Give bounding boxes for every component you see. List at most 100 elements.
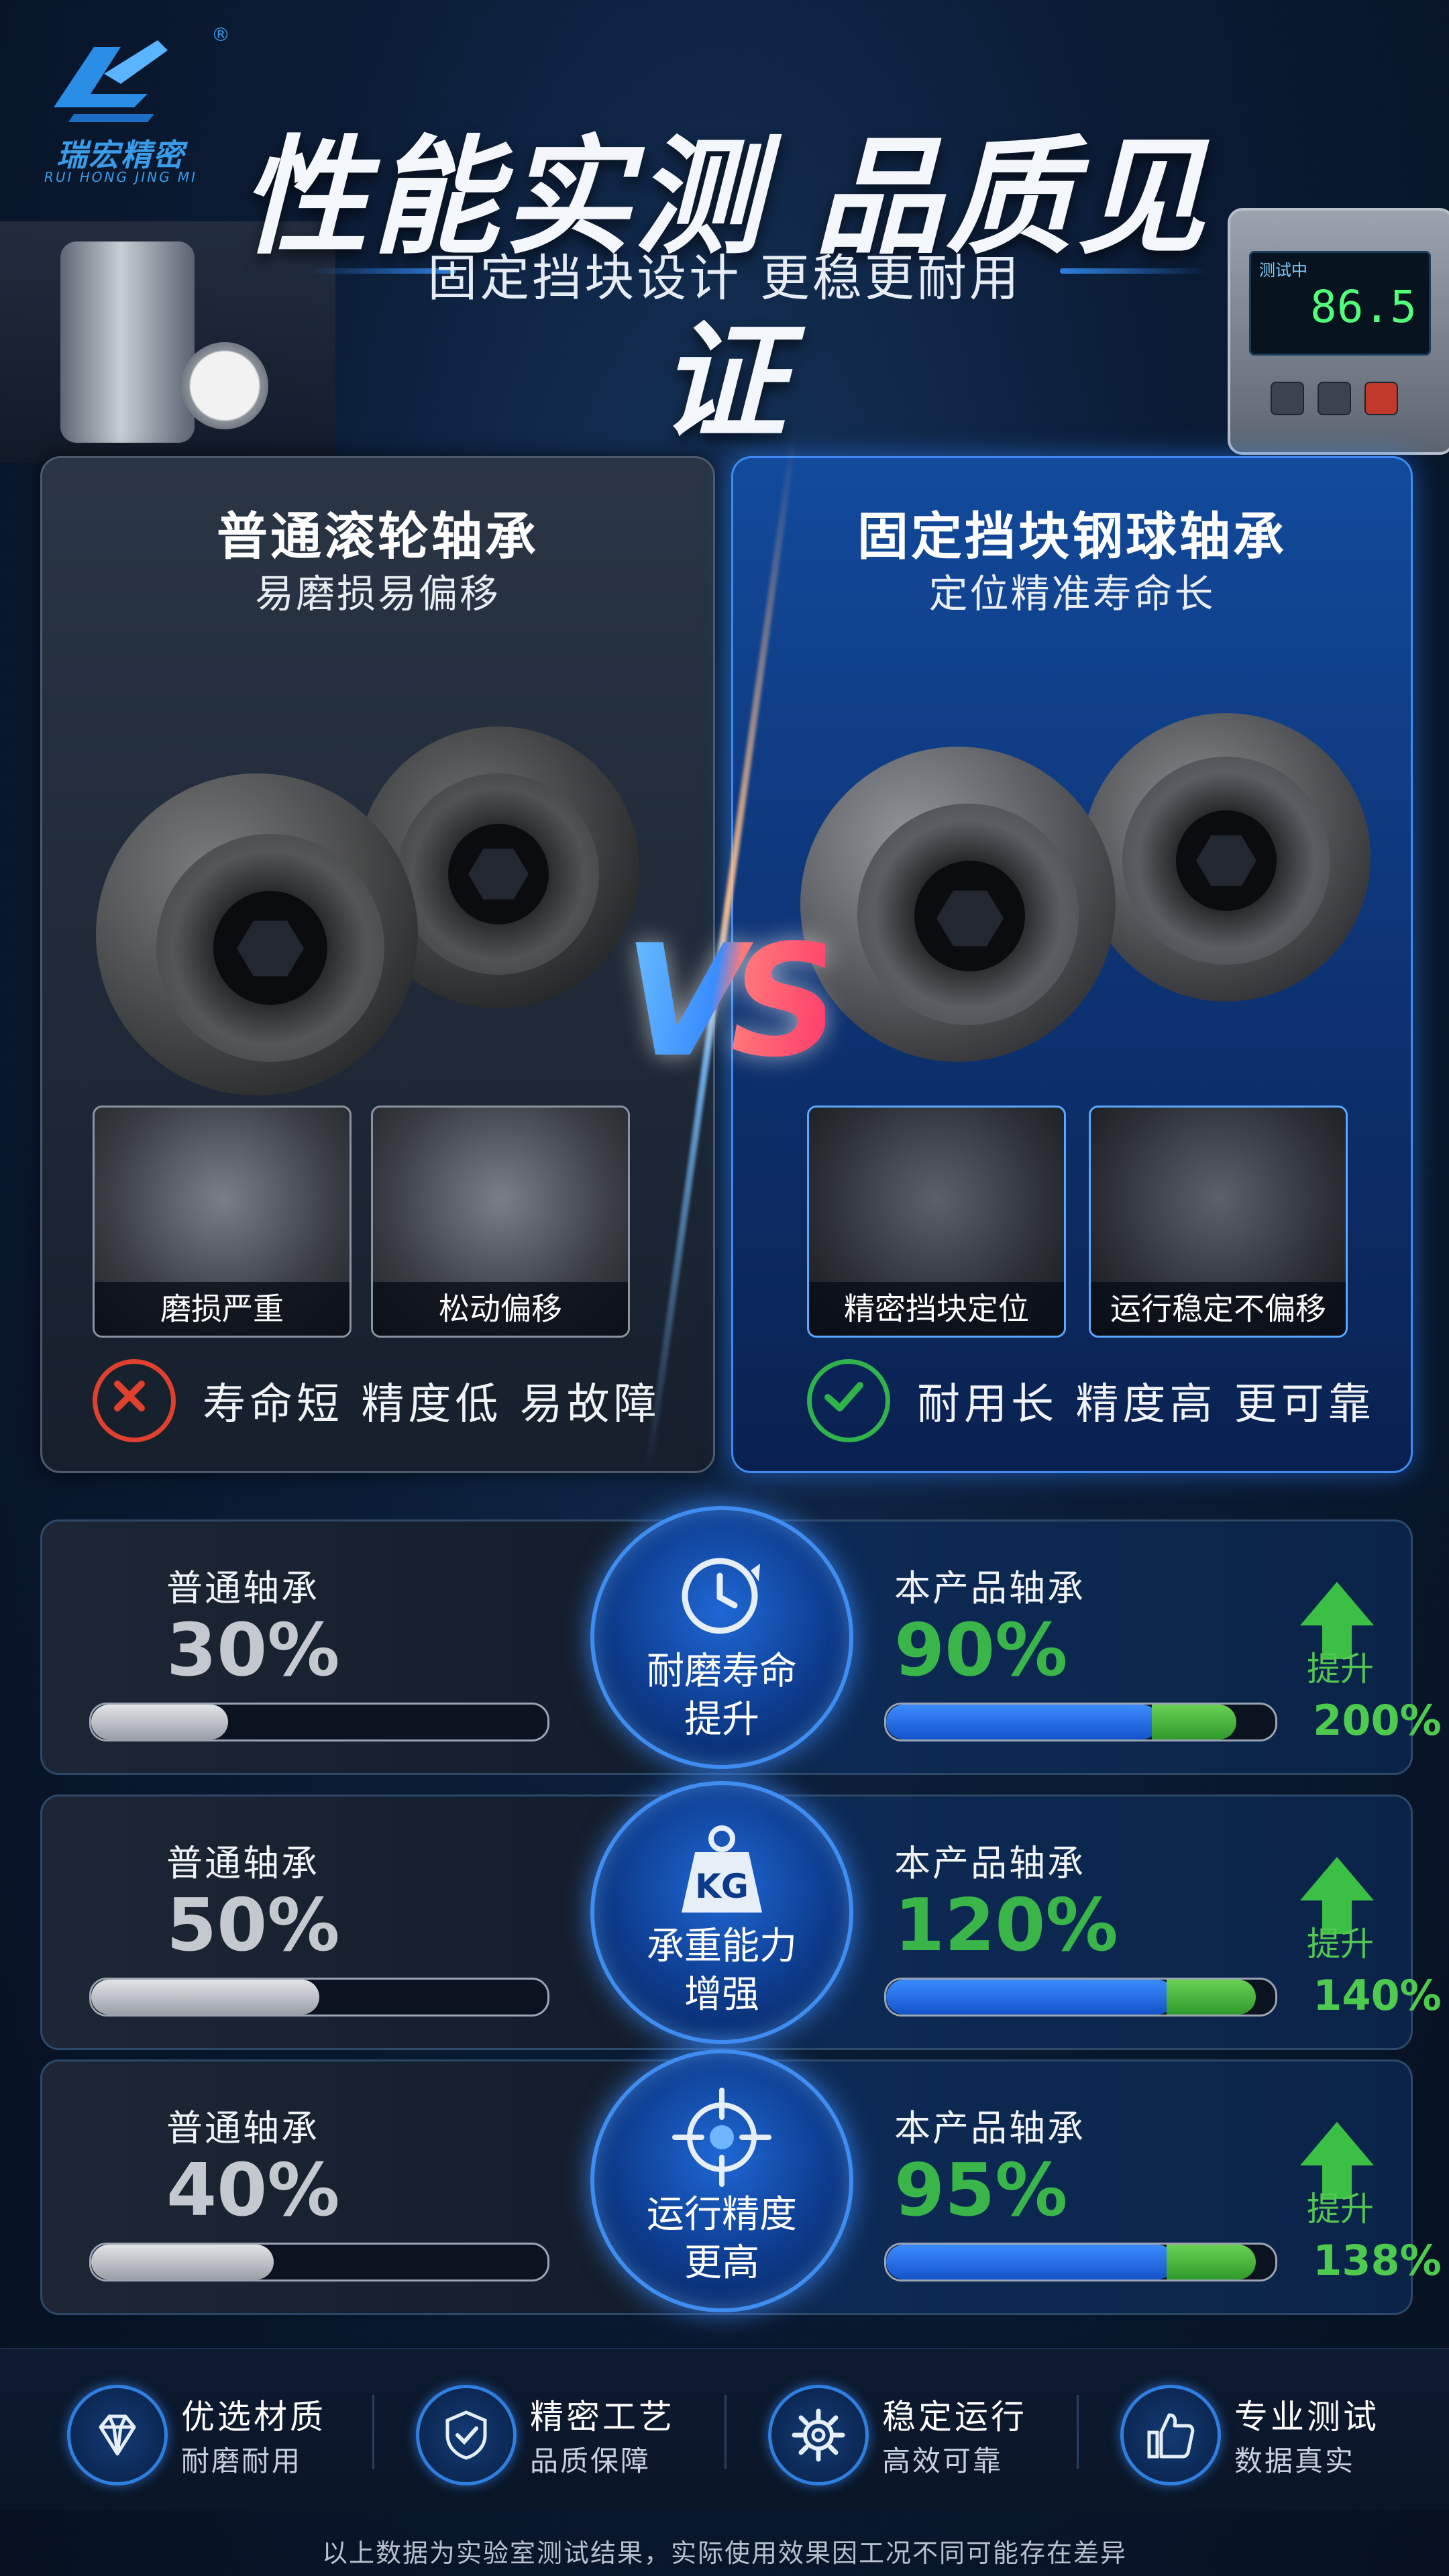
weight-kg-icon: KG bbox=[682, 1825, 762, 1913]
metric-right-bar-fill bbox=[886, 1705, 1160, 1739]
new-roller-image bbox=[800, 747, 1116, 1062]
ordinary-bearing-card: 普通滚轮轴承 易磨损易偏移 磨损严重 松动偏移 寿命短 精度低 易故障 bbox=[40, 456, 715, 1473]
metric-right-label: 本产品轴承 bbox=[894, 1567, 1085, 1609]
feature-material: 优选材质 耐磨耐用 bbox=[67, 2385, 402, 2485]
verdict-row: 耐用长 精度高 更可靠 bbox=[807, 1359, 1375, 1442]
test-device-image: 测试中 86.5 bbox=[1228, 208, 1449, 455]
metric-right-bar bbox=[884, 2243, 1277, 2282]
feature-desc: 数据真实 bbox=[1234, 2445, 1356, 2477]
metric-right-bar bbox=[884, 1978, 1277, 2017]
device-button bbox=[1271, 382, 1304, 415]
feature-title: 稳定运行 bbox=[882, 2398, 1027, 2436]
thumb-caption: 运行稳定不偏移 bbox=[1091, 1282, 1346, 1336]
feature-stable: 稳定运行 高效可靠 bbox=[768, 2385, 1104, 2485]
brand-logo: ® 瑞宏精密 RUI HONG JING MI bbox=[20, 20, 230, 185]
vs-badge: VS bbox=[624, 912, 841, 1091]
page-subtitle: 固定挡块设计 更稳更耐用 bbox=[427, 250, 1022, 307]
card-title: 固定挡块钢球轴承 bbox=[857, 506, 1287, 566]
weight-kg-label: KG bbox=[695, 1867, 749, 1906]
shield-check-icon bbox=[416, 2385, 517, 2485]
metric-right-bar-tail bbox=[1167, 2245, 1256, 2279]
increase-value: 138% bbox=[1313, 2236, 1442, 2285]
metric-left-value: 30% bbox=[166, 1609, 340, 1693]
diamond-icon bbox=[67, 2385, 168, 2485]
new-roller-image bbox=[1082, 713, 1371, 1002]
metric-hub-label: 耐磨寿命 bbox=[647, 1650, 797, 1693]
increase-value: 200% bbox=[1313, 1696, 1442, 1745]
device-button bbox=[1364, 382, 1398, 415]
metric-hub-label: 运行精度 bbox=[647, 2193, 797, 2237]
metric-left-bar bbox=[89, 2243, 549, 2282]
metric-right-bar-fill bbox=[886, 2245, 1175, 2279]
feature-craft: 精密工艺 品质保障 bbox=[416, 2385, 751, 2485]
metric-right-label: 本产品轴承 bbox=[894, 2107, 1085, 2149]
thumb-stable-run: 运行稳定不偏移 bbox=[1089, 1106, 1348, 1338]
metric-right-value: 90% bbox=[894, 1609, 1068, 1693]
metric-hub-precision: 运行精度 更高 bbox=[590, 2049, 853, 2312]
feature-title: 精密工艺 bbox=[530, 2398, 675, 2436]
metric-left-label: 普通轴承 bbox=[166, 1567, 319, 1609]
brand-logo-mark bbox=[54, 40, 168, 122]
feature-desc: 品质保障 bbox=[530, 2445, 651, 2477]
target-icon bbox=[672, 2088, 771, 2187]
thumb-caption: 精密挡块定位 bbox=[809, 1282, 1064, 1336]
registered-mark: ® bbox=[211, 23, 230, 46]
metric-left-value: 50% bbox=[166, 1884, 340, 1968]
metric-left-label: 普通轴承 bbox=[166, 1842, 319, 1884]
card-title: 普通滚轮轴承 bbox=[217, 506, 539, 566]
feature-divider bbox=[1077, 2395, 1079, 2469]
metric-right-value: 95% bbox=[894, 2149, 1068, 2233]
test-machine-image bbox=[60, 241, 195, 443]
metric-hub-load-capacity: KG 承重能力 增强 bbox=[590, 1781, 853, 2044]
thumb-precision-stop: 精密挡块定位 bbox=[807, 1106, 1066, 1338]
metric-hub-label: 增强 bbox=[684, 1973, 759, 2017]
increase-value: 140% bbox=[1313, 1971, 1442, 2020]
feature-divider bbox=[724, 2395, 727, 2469]
metric-hub-label: 提升 bbox=[684, 1698, 759, 1741]
thumb-loose: 松动偏移 bbox=[371, 1106, 630, 1338]
subtitle-divider-right bbox=[1060, 268, 1208, 274]
fixed-stop-bearing-card: 固定挡块钢球轴承 定位精准寿命长 精密挡块定位 运行稳定不偏移 耐用长 精度高 … bbox=[731, 456, 1413, 1473]
metric-left-bar bbox=[89, 1703, 549, 1741]
card-subtitle: 易磨损易偏移 bbox=[254, 571, 500, 616]
metric-left-value: 40% bbox=[166, 2149, 340, 2233]
feature-title: 专业测试 bbox=[1234, 2398, 1379, 2436]
metric-left-bar bbox=[89, 1978, 549, 2017]
increase-label: 提升 bbox=[1307, 2190, 1374, 2229]
device-screen-label: 测试中 bbox=[1259, 261, 1307, 280]
metric-right-bar bbox=[884, 1703, 1277, 1741]
gear-icon bbox=[768, 2385, 869, 2485]
card-subtitle: 定位精准寿命长 bbox=[928, 571, 1216, 616]
metric-hub-label: 更高 bbox=[684, 2241, 759, 2285]
increase-label: 提升 bbox=[1307, 1650, 1374, 1688]
thumbs-up-icon bbox=[1120, 2385, 1221, 2485]
feature-title: 优选材质 bbox=[181, 2398, 326, 2436]
thumb-worn: 磨损严重 bbox=[93, 1106, 352, 1338]
metric-right-label: 本产品轴承 bbox=[894, 1842, 1085, 1884]
device-button bbox=[1318, 382, 1351, 415]
verdict-row: 寿命短 精度低 易故障 bbox=[93, 1359, 661, 1442]
metric-left-bar-fill bbox=[91, 1980, 319, 2015]
feature-desc: 高效可靠 bbox=[882, 2445, 1004, 2477]
metric-right-bar-tail bbox=[1167, 1980, 1256, 2015]
disclaimer: 以上数据为实验室测试结果，实际使用效果因工况不同可能存在差异 bbox=[321, 2538, 1127, 2568]
x-circle-icon bbox=[93, 1359, 176, 1442]
brand-name-en: RUI HONG JING MI bbox=[44, 169, 198, 185]
feature-testing: 专业测试 数据真实 bbox=[1120, 2385, 1449, 2485]
feature-divider bbox=[372, 2395, 374, 2469]
clock-icon bbox=[682, 1558, 760, 1634]
increase-label: 提升 bbox=[1307, 1925, 1374, 1964]
worn-roller-image bbox=[96, 773, 418, 1095]
metric-left-label: 普通轴承 bbox=[166, 2107, 319, 2149]
metric-hub-wear-life: 耐磨寿命 提升 bbox=[590, 1506, 853, 1769]
device-screen-value: 86.5 bbox=[1310, 281, 1417, 333]
metric-right-value: 120% bbox=[894, 1884, 1118, 1968]
metric-right-bar-fill bbox=[886, 1980, 1175, 2015]
device-screen: 测试中 86.5 bbox=[1249, 251, 1431, 356]
thumb-caption: 磨损严重 bbox=[95, 1282, 350, 1336]
feature-desc: 耐磨耐用 bbox=[181, 2445, 303, 2477]
verdict-text: 耐用长 精度高 更可靠 bbox=[917, 1380, 1375, 1430]
metric-right-bar-tail bbox=[1151, 1705, 1236, 1739]
metric-hub-label: 承重能力 bbox=[647, 1925, 797, 1968]
verdict-text: 寿命短 精度低 易故障 bbox=[203, 1380, 661, 1430]
